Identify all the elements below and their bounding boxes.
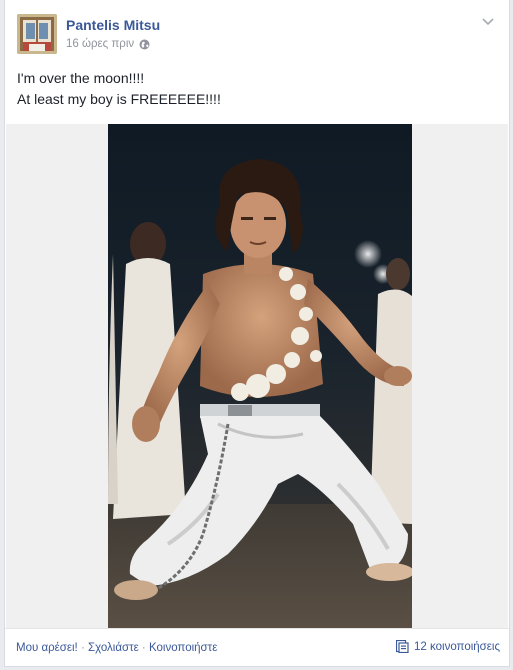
- author-avatar[interactable]: [17, 14, 57, 54]
- post-message: I'm over the moon!!!! At least my boy is…: [17, 68, 221, 110]
- timestamp-link[interactable]: 16 ώρες πριν: [66, 38, 134, 50]
- post-meta: 16 ώρες πριν: [66, 38, 150, 50]
- avatar-image: [17, 14, 57, 54]
- post-photo[interactable]: [108, 124, 412, 628]
- post-header: Pantelis Mitsu 16 ώρες πριν: [17, 14, 499, 54]
- globe-icon[interactable]: [139, 39, 150, 50]
- message-line: At least my boy is FREEEEEE!!!!: [17, 91, 221, 107]
- photo-container: [6, 124, 508, 628]
- action-separator: ·: [77, 642, 88, 654]
- post-footer: Μου αρέσει! · Σχολιάστε · Κοινοποιήστε 1…: [5, 628, 509, 667]
- shares-label: 12 κοινοποιήσεις: [414, 640, 500, 653]
- post-card: Pantelis Mitsu 16 ώρες πριν I'm over the…: [4, 0, 510, 667]
- like-link[interactable]: Μου αρέσει!: [16, 642, 78, 654]
- share-link[interactable]: Κοινοποιήστε: [149, 642, 217, 654]
- post-actions: Μου αρέσει! · Σχολιάστε · Κοινοποιήστε: [16, 642, 217, 654]
- message-line: I'm over the moon!!!!: [17, 70, 145, 86]
- shares-count[interactable]: 12 κοινοποιήσεις: [395, 639, 500, 654]
- comment-link[interactable]: Σχολιάστε: [88, 642, 139, 654]
- author-name-link[interactable]: Pantelis Mitsu: [66, 17, 160, 33]
- runway-photo: [108, 124, 412, 628]
- action-separator: ·: [138, 642, 149, 654]
- chevron-down-icon[interactable]: [481, 14, 495, 26]
- share-icon: [395, 639, 409, 654]
